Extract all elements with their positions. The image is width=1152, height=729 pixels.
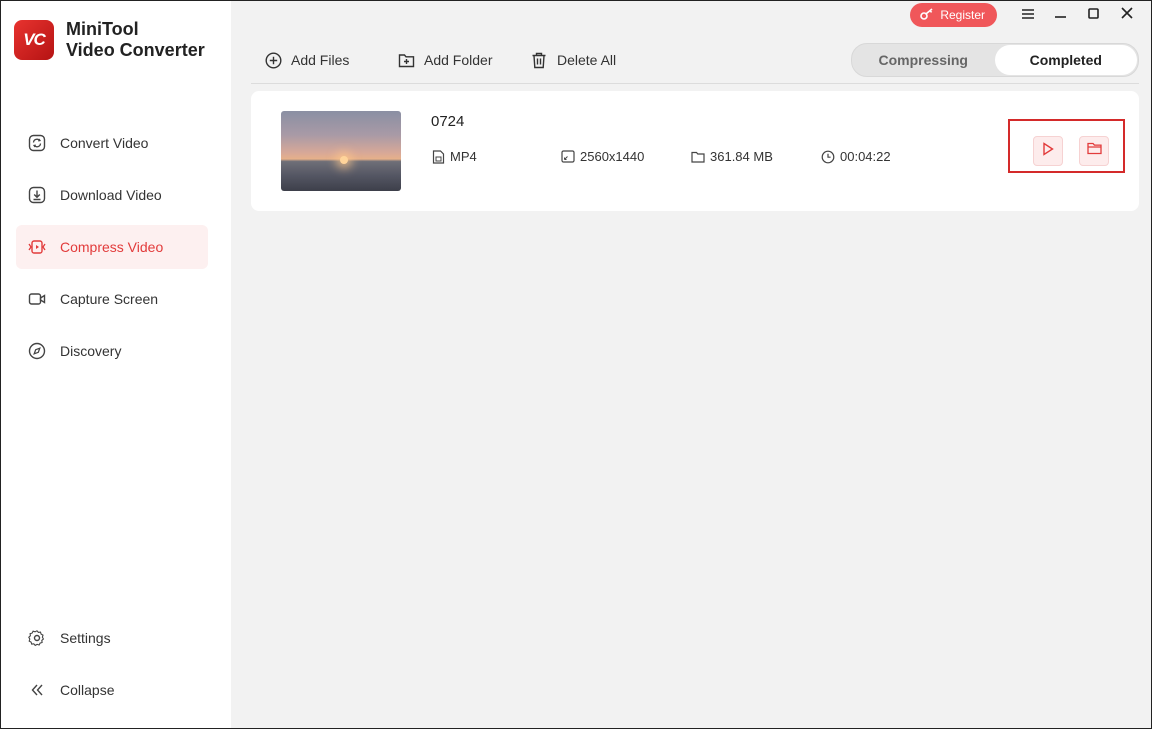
brand: VC MiniTool Video Converter <box>14 19 205 61</box>
double-chevron-left-icon <box>28 681 46 699</box>
plus-circle-icon <box>264 51 282 69</box>
play-button[interactable] <box>1033 136 1063 166</box>
main-content: Register Add Files Add Folder Delete All… <box>231 1 1151 728</box>
tab-compressing[interactable]: Compressing <box>852 45 995 75</box>
tab-completed[interactable]: Completed <box>994 45 1137 75</box>
sidebar-item-label: Convert Video <box>60 135 149 151</box>
thumbnail-sun <box>340 156 348 164</box>
sidebar-item-compress-video[interactable]: Compress Video <box>16 225 208 269</box>
open-folder-button[interactable] <box>1079 136 1109 166</box>
app-name-line1: MiniTool <box>66 19 139 39</box>
resolution-icon <box>561 150 575 164</box>
sidebar: VC MiniTool Video Converter Convert Vide… <box>1 1 231 728</box>
file-format: MP4 <box>431 149 477 164</box>
compass-icon <box>28 342 46 360</box>
minimize-button[interactable] <box>1044 3 1077 27</box>
file-format-value: MP4 <box>450 149 477 164</box>
file-card: 0724 MP4 2560x1440 361.84 MB 00:04:22 <box>251 91 1139 211</box>
folder-icon <box>1086 142 1102 160</box>
sidebar-item-label: Compress Video <box>60 239 164 255</box>
file-name: 0724 <box>431 113 465 130</box>
close-button[interactable] <box>1110 3 1143 27</box>
app-logo: VC <box>14 20 54 60</box>
sidebar-item-discovery[interactable]: Discovery <box>16 329 208 373</box>
sidebar-item-collapse[interactable]: Collapse <box>16 668 208 712</box>
folder-icon <box>691 150 705 164</box>
file-size-value: 361.84 MB <box>710 149 773 164</box>
sidebar-nav: Convert Video Download Video Compress Vi… <box>16 121 208 381</box>
file-duration-value: 00:04:22 <box>840 149 891 164</box>
status-tabs: Compressing Completed <box>851 43 1139 77</box>
convert-icon <box>28 134 46 152</box>
app-name: MiniTool Video Converter <box>66 19 205 61</box>
minimize-icon <box>1054 6 1067 24</box>
sidebar-bottom: Settings Collapse <box>16 616 208 720</box>
menu-button[interactable] <box>1011 3 1044 27</box>
sidebar-item-label: Capture Screen <box>60 291 159 307</box>
app-name-line2: Video Converter <box>66 40 205 60</box>
delete-all-button[interactable]: Delete All <box>530 51 616 69</box>
key-icon <box>920 7 934 23</box>
add-files-button[interactable]: Add Files <box>264 51 349 69</box>
sidebar-item-label: Download Video <box>60 187 162 203</box>
register-button[interactable]: Register <box>910 3 997 27</box>
file-resolution-value: 2560x1440 <box>580 149 645 164</box>
sidebar-item-label: Discovery <box>60 343 122 359</box>
compress-icon <box>28 238 46 256</box>
trash-icon <box>530 51 548 69</box>
clock-icon <box>821 150 835 164</box>
titlebar-controls: Register <box>910 3 1143 27</box>
maximize-button[interactable] <box>1077 3 1110 27</box>
sidebar-item-label: Settings <box>60 630 111 646</box>
add-folder-label: Add Folder <box>424 52 493 68</box>
video-thumbnail[interactable] <box>281 111 401 191</box>
hamburger-icon <box>1021 6 1034 24</box>
delete-all-label: Delete All <box>557 52 617 68</box>
camera-icon <box>28 290 46 308</box>
register-label: Register <box>940 8 985 22</box>
sidebar-item-convert-video[interactable]: Convert Video <box>16 121 208 165</box>
file-video-icon <box>431 149 445 164</box>
download-icon <box>28 186 46 204</box>
add-folder-button[interactable]: Add Folder <box>397 51 492 69</box>
file-resolution: 2560x1440 <box>561 149 644 164</box>
toolbar: Add Files Add Folder Delete All Compress… <box>251 43 1139 84</box>
sidebar-item-label: Collapse <box>60 682 115 698</box>
sidebar-item-settings[interactable]: Settings <box>16 616 208 660</box>
folder-plus-icon <box>397 51 415 69</box>
add-files-label: Add Files <box>291 52 350 68</box>
file-size: 361.84 MB <box>691 149 773 164</box>
sidebar-item-capture-screen[interactable]: Capture Screen <box>16 277 208 321</box>
close-icon <box>1120 6 1133 24</box>
file-duration: 00:04:22 <box>821 149 891 164</box>
app-window: VC MiniTool Video Converter Convert Vide… <box>0 0 1152 729</box>
gear-icon <box>28 629 46 647</box>
play-icon <box>1042 141 1054 161</box>
sidebar-item-download-video[interactable]: Download Video <box>16 173 208 217</box>
maximize-icon <box>1088 6 1099 24</box>
